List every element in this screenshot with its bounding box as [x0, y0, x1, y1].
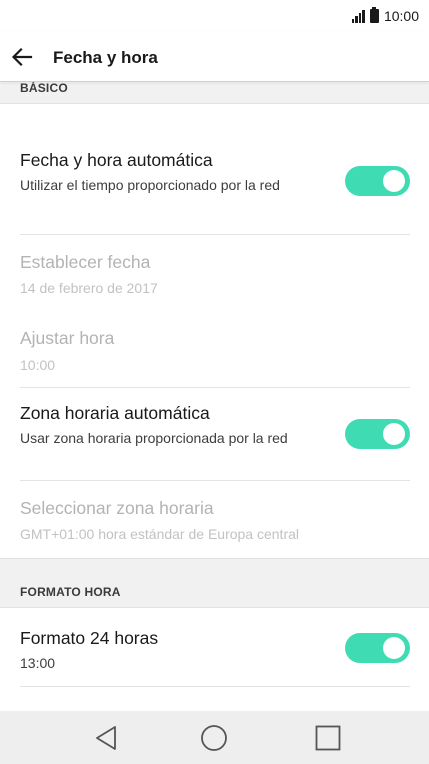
- auto-timezone-summary: Usar zona horaria proporcionada por la r…: [20, 430, 288, 446]
- auto-datetime-summary: Utilizar el tiempo proporcionado por la …: [20, 177, 280, 193]
- auto-datetime-toggle[interactable]: [345, 166, 410, 196]
- recents-square-icon: [315, 725, 341, 751]
- format-24h-toggle[interactable]: [345, 633, 410, 663]
- auto-timezone-title: Zona horaria automática: [20, 403, 210, 423]
- set-time-row: Ajustar hora 10:00: [0, 313, 429, 388]
- app-bar: Fecha y hora: [0, 32, 429, 82]
- status-icons: 10:00: [351, 7, 419, 24]
- format-24h-title: Formato 24 horas: [20, 628, 159, 648]
- section-header-time-format: FORMATO HORA: [0, 558, 429, 608]
- section-header-label: BÁSICO: [20, 81, 68, 95]
- select-timezone-summary: GMT+01:00 hora estándar de Europa centra…: [20, 526, 300, 542]
- toggle-knob: [383, 423, 405, 445]
- auto-timezone-row[interactable]: Zona horaria automática Usar zona horari…: [0, 388, 429, 481]
- nav-home-button[interactable]: [197, 721, 231, 755]
- select-timezone-row: Seleccionar zona horaria GMT+01:00 hora …: [0, 481, 429, 558]
- signal-icon: [351, 9, 365, 23]
- auto-datetime-row[interactable]: Fecha y hora automática Utilizar el tiem…: [0, 104, 429, 235]
- arrow-left-icon: [11, 47, 33, 67]
- set-date-summary: 14 de febrero de 2017: [20, 280, 158, 296]
- nav-recents-button[interactable]: [311, 721, 345, 755]
- page-title: Fecha y hora: [53, 48, 158, 67]
- toggle-knob: [383, 170, 405, 192]
- format-24h-row[interactable]: Formato 24 horas 13:00: [0, 608, 429, 687]
- nav-back-button[interactable]: [90, 721, 124, 755]
- set-time-title: Ajustar hora: [20, 328, 115, 348]
- navigation-bar: [0, 711, 429, 764]
- format-24h-summary: 13:00: [20, 655, 56, 671]
- section-header-basic: BÁSICO: [0, 81, 429, 104]
- select-timezone-title: Seleccionar zona horaria: [20, 498, 214, 518]
- auto-datetime-title: Fecha y hora automática: [20, 150, 213, 170]
- divider: [20, 686, 410, 687]
- section-header-label: FORMATO HORA: [20, 585, 121, 599]
- toggle-knob: [383, 637, 405, 659]
- set-time-summary: 10:00: [20, 357, 56, 373]
- set-date-title: Establecer fecha: [20, 252, 151, 272]
- status-clock: 10:00: [383, 8, 419, 24]
- auto-timezone-toggle[interactable]: [345, 419, 410, 449]
- back-button[interactable]: [8, 43, 36, 71]
- back-triangle-icon: [96, 726, 116, 750]
- battery-icon: [369, 7, 379, 23]
- settings-list: BÁSICO Fecha y hora automática Utilizar …: [0, 81, 429, 711]
- home-circle-icon: [201, 725, 227, 751]
- status-bar: 10:00: [0, 0, 429, 32]
- set-date-row: Establecer fecha 14 de febrero de 2017: [0, 235, 429, 313]
